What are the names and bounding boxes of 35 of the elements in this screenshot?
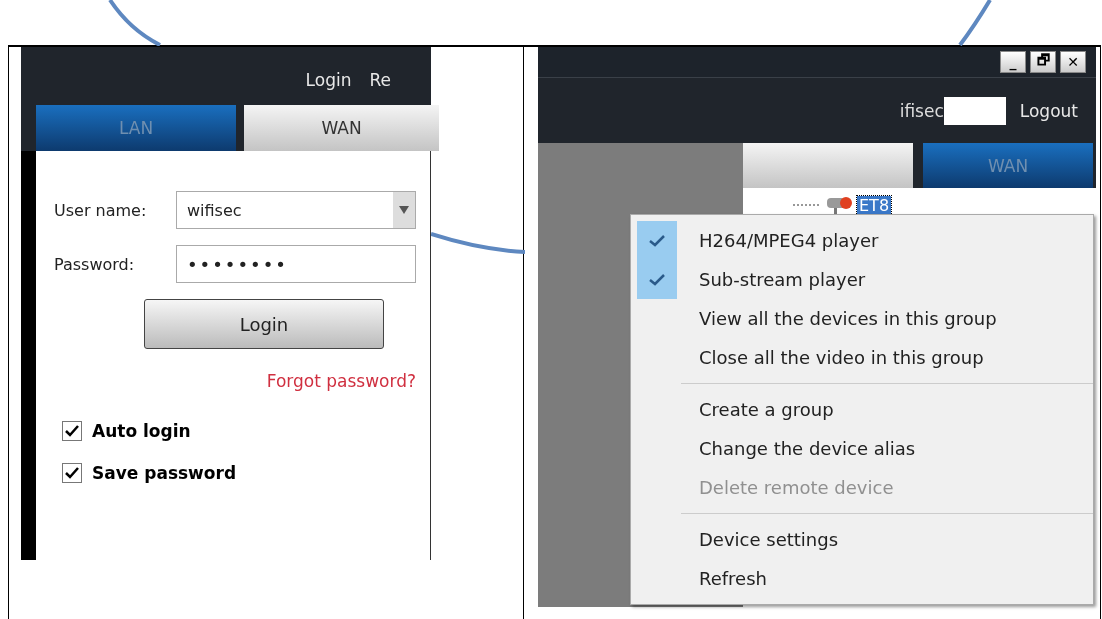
checkbox-label: Auto login — [92, 421, 191, 441]
password-field[interactable]: •••••••• — [176, 245, 416, 283]
menu-item[interactable]: Sub-stream player — [631, 260, 1093, 299]
menu-item[interactable]: Change the device alias — [631, 429, 1093, 468]
tree-connector-line — [793, 203, 821, 207]
login-button[interactable]: Login — [144, 299, 384, 349]
caret-icon — [399, 206, 409, 214]
header-link[interactable]: Re — [369, 70, 391, 90]
checkbox[interactable] — [62, 463, 82, 483]
field-label: User name: — [54, 200, 148, 220]
window-button[interactable]: _ — [1000, 51, 1026, 73]
camera-icon — [825, 194, 853, 216]
input-field[interactable] — [943, 96, 1006, 125]
menu-item[interactable]: View all the devices in this group — [631, 299, 1093, 338]
menu-item[interactable]: Create a group — [631, 390, 1093, 429]
menu-item[interactable]: Refresh — [631, 559, 1093, 598]
check-icon — [649, 273, 665, 286]
window-button[interactable]: 🗗 — [1030, 51, 1056, 73]
curve-line — [108, 0, 162, 46]
curve-line — [958, 0, 992, 46]
logout-link[interactable]: Logout — [1019, 100, 1078, 121]
forgot-password-link[interactable]: Forgot password? — [266, 371, 416, 391]
username-text: ifisec — [899, 100, 944, 121]
tab[interactable]: WAN — [244, 105, 439, 151]
username-field[interactable]: wifisec — [176, 191, 416, 229]
menu-item[interactable]: H264/MPEG4 player — [631, 221, 1093, 260]
field-label: Password: — [54, 254, 136, 274]
menu-item[interactable]: Device settings — [631, 520, 1093, 559]
checkbox[interactable] — [62, 421, 82, 441]
header-link[interactable]: Login — [305, 70, 352, 90]
checkbox-label: Save password — [92, 463, 237, 483]
menu-item[interactable]: Close all the video in this group — [631, 338, 1093, 377]
check-icon — [649, 234, 665, 247]
window-button[interactable]: ✕ — [1060, 51, 1086, 73]
tree-item[interactable]: ET8 — [857, 195, 892, 215]
